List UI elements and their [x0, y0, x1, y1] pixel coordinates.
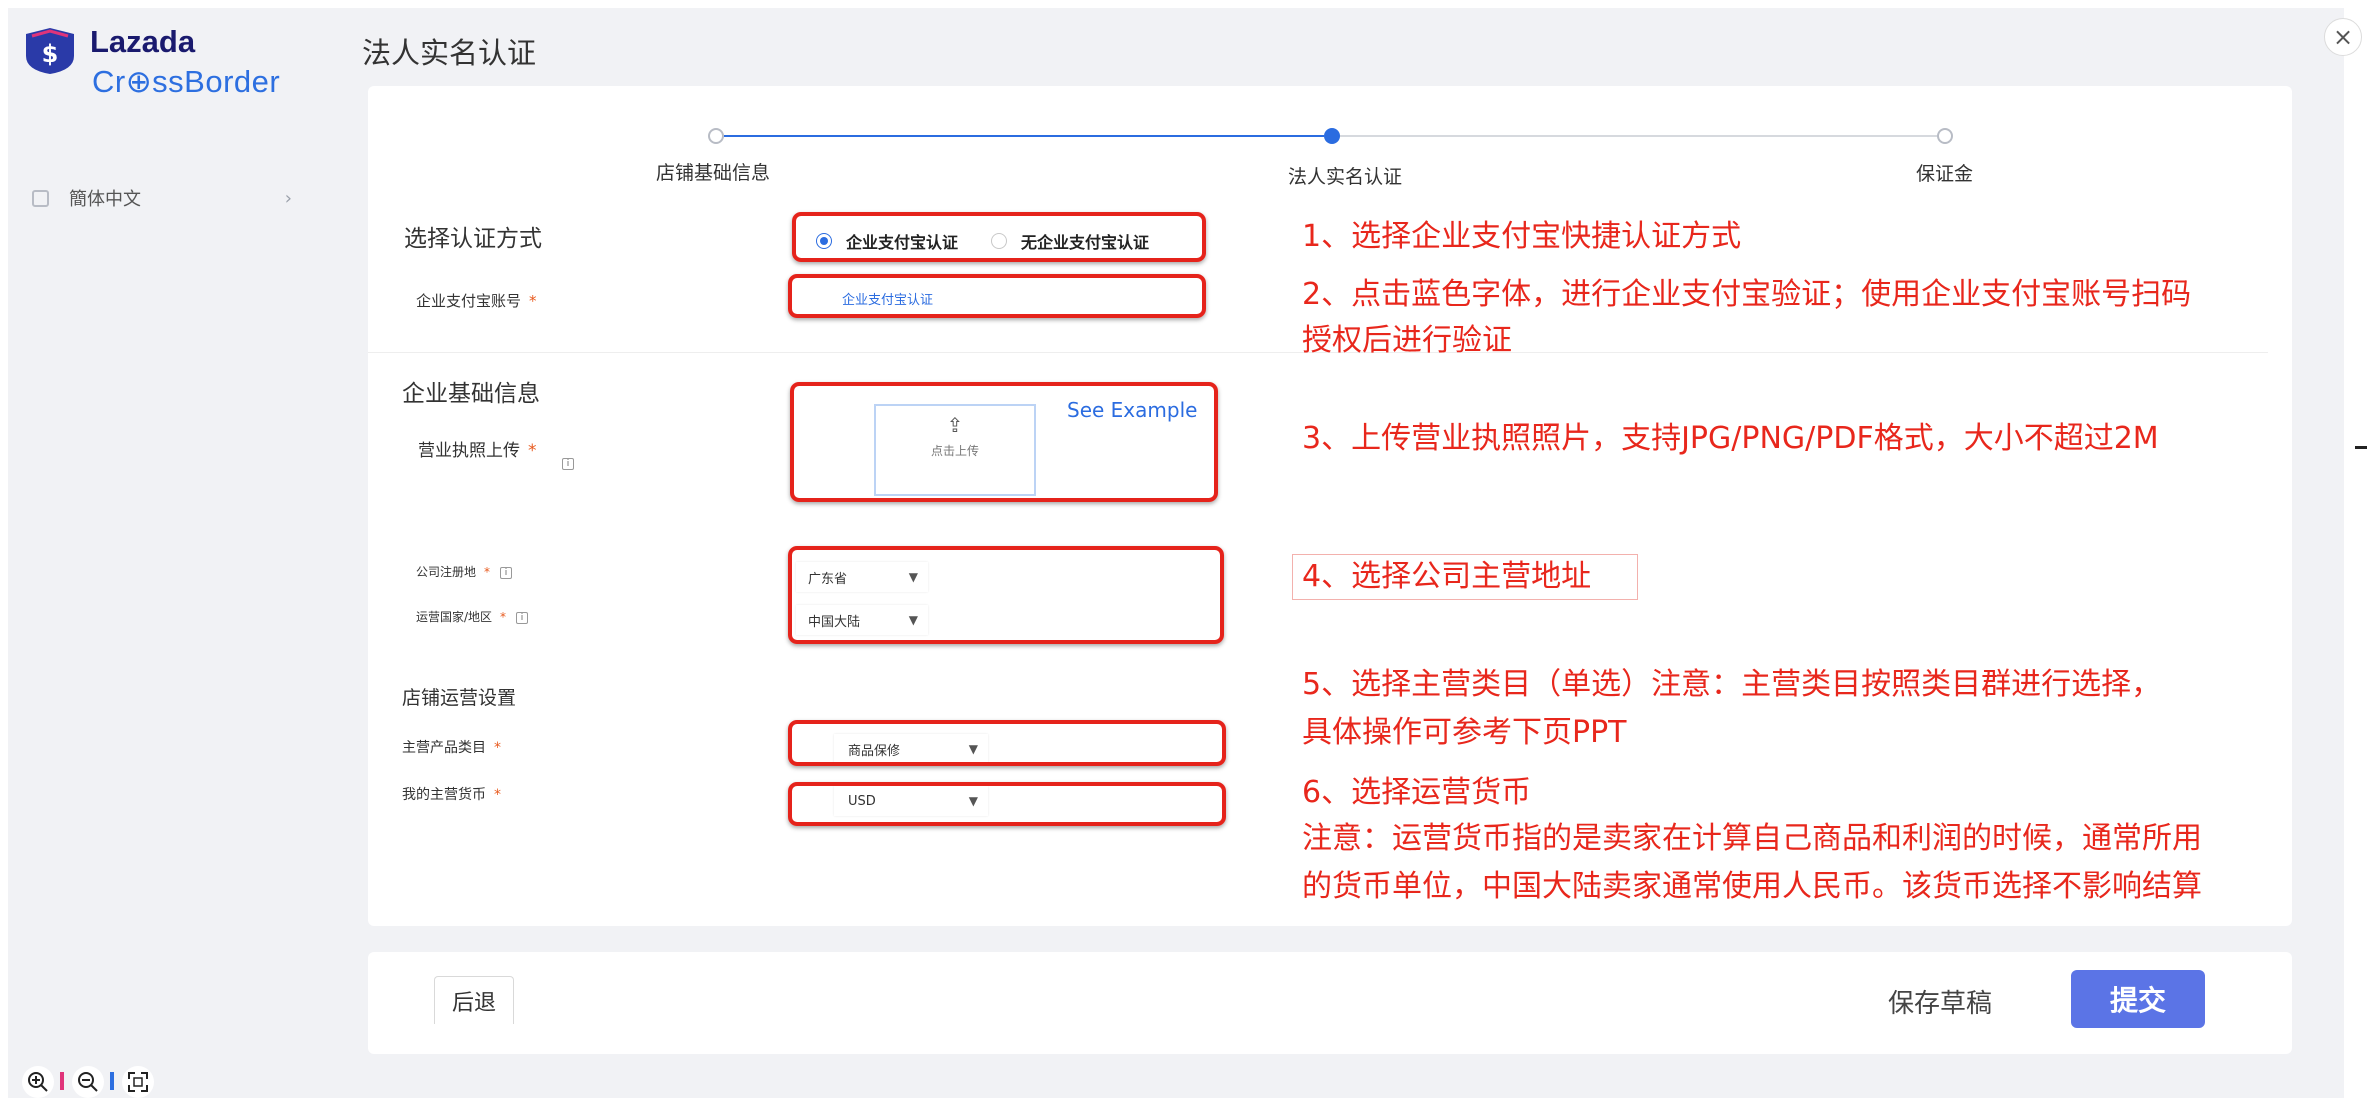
annotation-5-line1: 5、选择主营类目（单选）注意：主营类目按照类目群进行选择， — [1302, 667, 2162, 702]
highlight-box-1 — [792, 212, 1206, 262]
language-icon — [32, 189, 49, 207]
step-label-2: 法人实名认证 — [1288, 166, 1403, 188]
highlight-box-2 — [788, 274, 1206, 318]
reg-place-label: 公司注册地 * i — [416, 563, 513, 580]
annotation-6-line3: 的货币单位，中国大陆卖家通常使用人民币。该货币选择不影响结算 — [1302, 869, 2202, 904]
zoom-separator — [110, 1072, 114, 1090]
stepper-line-todo — [1340, 135, 1938, 137]
language-label: 簡体中文 — [69, 189, 141, 210]
svg-text:$: $ — [42, 40, 59, 68]
auth-section-title: 选择认证方式 — [404, 226, 542, 252]
zoom-separator — [60, 1072, 64, 1090]
lazada-logo-icon: $ — [26, 28, 74, 74]
step-dot-1 — [708, 128, 724, 144]
required-mark: * — [529, 292, 537, 310]
zoom-out-icon — [78, 1072, 98, 1092]
logo-text-lazada: Lazada — [90, 24, 196, 59]
annotation-6-line2: 注意：运营货币指的是卖家在计算自己商品和利润的时候，通常所用 — [1302, 821, 2202, 856]
required-mark: * — [494, 740, 501, 756]
required-mark: * — [494, 787, 501, 803]
required-mark: * — [528, 441, 537, 461]
store-section-title: 店铺运营设置 — [402, 687, 517, 709]
highlight-box-3 — [790, 382, 1218, 502]
logo-text-crossborder: Cr⊕ssBorder — [92, 64, 281, 99]
info-icon: i — [500, 566, 513, 579]
step-label-3: 保证金 — [1916, 163, 1974, 185]
page-title: 法人实名认证 — [362, 36, 537, 70]
alipay-account-label: 企业支付宝账号 * — [416, 292, 537, 310]
license-upload-label: 营业执照上传 * — [418, 441, 537, 461]
annotation-4: 4、选择公司主营地址 — [1302, 559, 1592, 594]
chevron-right-icon: › — [284, 187, 292, 209]
step-label-1: 店铺基础信息 — [656, 162, 771, 184]
annotation-2-line2: 授权后进行验证 — [1302, 323, 1512, 358]
annotation-1: 1、选择企业支付宝快捷认证方式 — [1302, 219, 1742, 254]
fit-screen-icon — [128, 1072, 148, 1092]
annotation-6-line1: 6、选择运营货币 — [1302, 775, 1532, 810]
currency-label: 我的主营货币 * — [402, 787, 501, 803]
step-dot-2 — [1324, 128, 1340, 144]
info-icon: i — [516, 611, 529, 624]
submit-button[interactable]: 提交 — [2071, 970, 2205, 1028]
company-section-title: 企业基础信息 — [402, 381, 540, 407]
highlight-box-4 — [788, 546, 1224, 644]
required-mark: * — [484, 565, 491, 579]
zoom-out-button[interactable] — [72, 1066, 104, 1098]
annotation-5-line2: 具体操作可参考下页PPT — [1302, 715, 1627, 750]
edge-marker — [2355, 446, 2367, 449]
op-country-label: 运营国家/地区 * i — [416, 608, 529, 625]
close-button[interactable]: × — [2324, 18, 2362, 56]
stepper-line-done — [724, 135, 1324, 137]
annotation-2-line1: 2、点击蓝色字体，进行企业支付宝验证；使用企业支付宝账号扫码 — [1302, 277, 2192, 312]
highlight-box-6 — [788, 782, 1226, 826]
language-selector[interactable]: 簡体中文 › — [32, 184, 292, 212]
info-icon: i — [562, 458, 574, 470]
back-button[interactable]: 后退 — [434, 976, 514, 1024]
lazada-crossborder-logo: $ Lazada Cr⊕ssBorder — [22, 24, 302, 104]
close-icon: × — [2332, 23, 2354, 51]
category-label: 主营产品类目 * — [402, 740, 501, 756]
zoom-in-icon — [28, 1072, 48, 1092]
zoom-in-button[interactable] — [22, 1066, 54, 1098]
annotation-3: 3、上传营业执照照片，支持JPG/PNG/PDF格式，大小不超过2M — [1302, 421, 2159, 456]
fit-screen-button[interactable] — [122, 1066, 154, 1098]
step-dot-3 — [1937, 128, 1953, 144]
required-mark: * — [500, 610, 507, 624]
highlight-box-5 — [788, 720, 1226, 766]
save-draft-button[interactable]: 保存草稿 — [1790, 966, 2090, 1036]
